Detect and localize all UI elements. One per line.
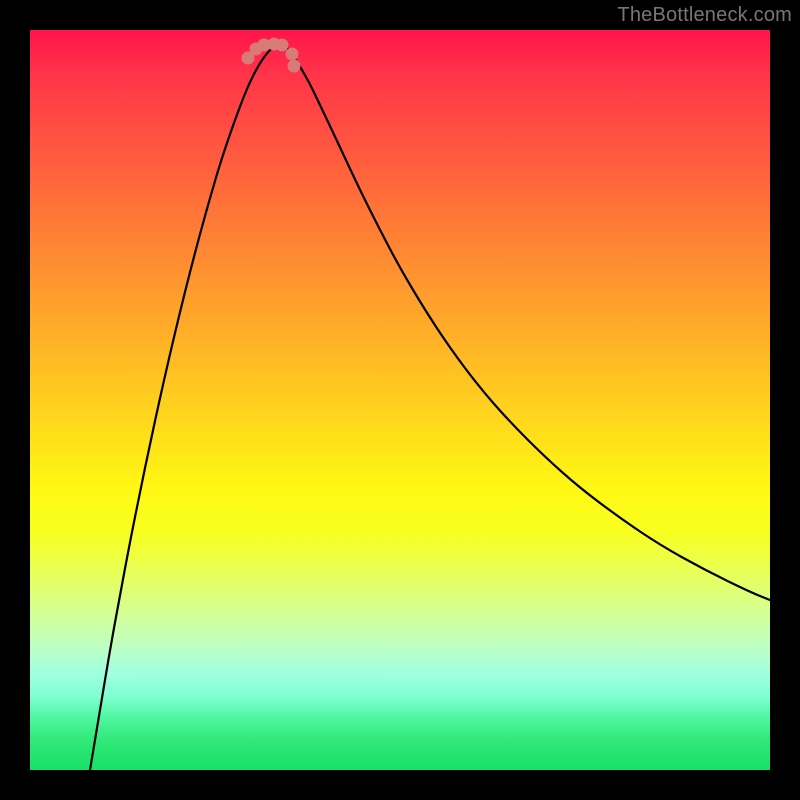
valley-dot	[288, 60, 301, 73]
chart-frame: TheBottleneck.com	[0, 0, 800, 800]
valley-dots	[242, 38, 301, 73]
curve-layer	[30, 30, 770, 770]
watermark-label: TheBottleneck.com	[617, 4, 792, 27]
plot-area	[30, 30, 770, 770]
left-curve	[90, 45, 275, 770]
valley-dot	[286, 48, 299, 61]
right-curve	[285, 45, 770, 600]
valley-dot	[276, 39, 289, 52]
